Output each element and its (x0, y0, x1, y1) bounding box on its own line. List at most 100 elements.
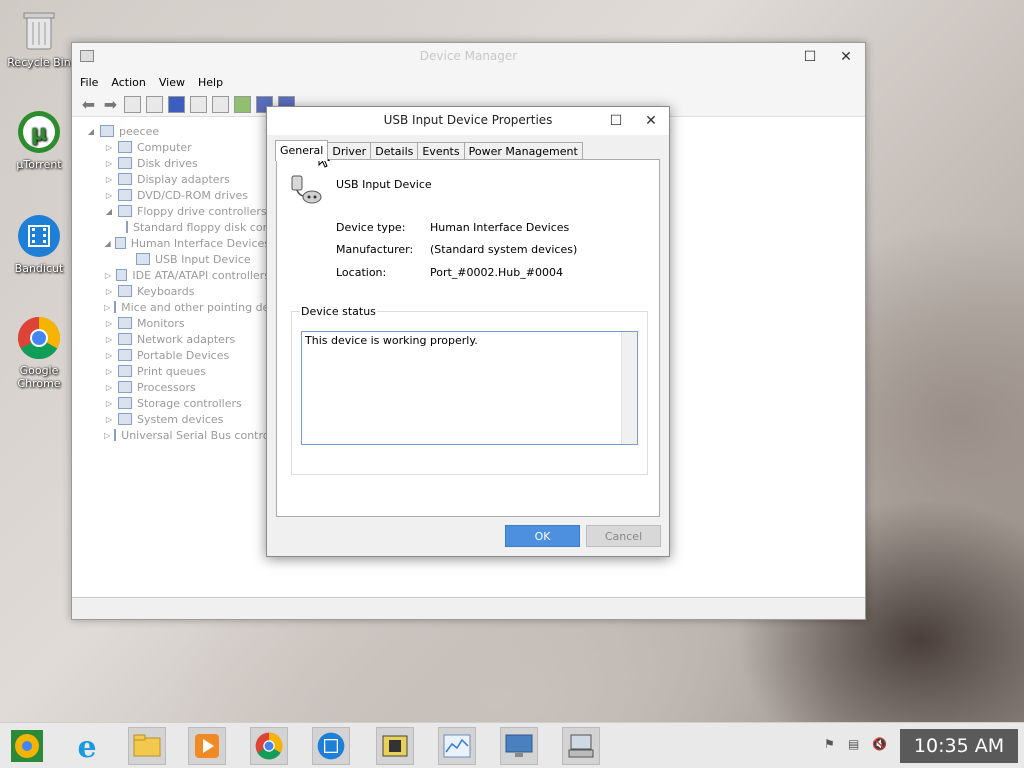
taskbar-app-icon[interactable] (376, 727, 414, 765)
tree-expander-icon[interactable]: ▷ (104, 159, 114, 168)
action-center-flag-icon[interactable]: ⚑ (824, 737, 835, 751)
usb-input-device-properties-dialog[interactable]: USB Input Device Properties ☐ ✕ General … (266, 106, 670, 557)
help-icon[interactable] (168, 96, 185, 113)
device-status-label: Device status (301, 305, 376, 318)
tree-item[interactable]: ▷ Network adapters (80, 331, 270, 347)
tree-item[interactable]: ▷ Computer (80, 139, 270, 155)
device-status-textbox[interactable]: This device is working properly. (301, 331, 638, 445)
tree-expander-icon[interactable]: ▷ (104, 415, 114, 424)
show-hidden-icon[interactable] (190, 96, 207, 113)
tree-item[interactable]: ▷ Monitors (80, 315, 270, 331)
tree-item-label: Human Interface Devices (130, 236, 270, 250)
taskbar-media-player-icon[interactable] (188, 727, 226, 765)
tree-item[interactable]: Standard floppy disk controller (80, 219, 270, 235)
hid-device-icon (289, 172, 323, 206)
back-arrow-icon[interactable]: ⬅ (80, 96, 97, 113)
tab-general[interactable]: General (275, 140, 329, 161)
tab-events[interactable]: Events (417, 142, 465, 160)
manufacturer-label: Manufacturer: (336, 243, 414, 256)
utorrent-icon: µ (17, 110, 61, 154)
tree-device-icon (136, 253, 150, 265)
tab-driver[interactable]: Driver (327, 142, 372, 160)
tree-item[interactable]: ▷ Universal Serial Bus controllers (80, 427, 270, 443)
tree-item[interactable]: ◢ Human Interface Devices (80, 235, 271, 251)
tree-item[interactable]: ▷ Keyboards (80, 283, 270, 299)
svg-text:µ: µ (31, 121, 47, 146)
dialog-maximize-button[interactable]: ☐ (599, 107, 633, 135)
desktop-icon-recycle-bin[interactable]: Recycle Bin (6, 8, 72, 69)
volume-muted-icon[interactable]: 🔇 (872, 737, 887, 751)
tree-expander-icon[interactable]: ▷ (104, 287, 114, 296)
taskbar-file-explorer-icon[interactable] (128, 727, 166, 765)
tree-item[interactable]: ▷ DVD/CD-ROM drives (80, 187, 270, 203)
ok-button[interactable]: OK (505, 525, 580, 547)
properties-icon[interactable] (124, 96, 141, 113)
menu-action[interactable]: Action (111, 76, 145, 89)
taskbar-bandicut-icon[interactable] (312, 727, 350, 765)
view-icon[interactable] (146, 96, 163, 113)
tree-expander-icon[interactable]: ▷ (104, 335, 114, 344)
tree-item[interactable]: ▷ Display adapters (80, 171, 270, 187)
tree-expander-icon[interactable]: ▷ (104, 431, 110, 440)
tree-expander-icon[interactable]: ▷ (104, 143, 114, 152)
network-icon[interactable]: ▤ (848, 737, 859, 751)
tree-item-label: System devices (137, 412, 224, 426)
tree-item[interactable]: ▷ Print queues (80, 363, 270, 379)
tree-item[interactable]: ▷ Mice and other pointing devices (80, 299, 270, 315)
tree-expander-icon[interactable]: ▷ (104, 191, 114, 200)
tree-expander-icon[interactable]: ◢ (104, 207, 114, 216)
menu-bar: File Action View Help (72, 71, 865, 93)
tree-device-icon (118, 189, 132, 201)
device-manager-close-button[interactable]: ✕ (829, 43, 863, 71)
device-tree[interactable]: ◢ peecee ▷ Computer ▷ Disk drives ▷ Display ada… (80, 123, 270, 593)
tree-item[interactable]: ▷ System devices (80, 411, 270, 427)
taskbar-device-manager-icon[interactable] (562, 727, 600, 765)
tree-expander-icon[interactable]: ◢ (104, 239, 111, 248)
tree-expander-icon[interactable]: ▷ (104, 399, 114, 408)
taskbar-performance-monitor-icon[interactable] (438, 727, 476, 765)
tree-item[interactable]: ▷ IDE ATA/ATAPI controllers (80, 267, 270, 283)
device-manager-maximize-button[interactable]: ☐ (793, 43, 827, 71)
cancel-button[interactable]: Cancel (586, 525, 661, 547)
menu-file[interactable]: File (80, 76, 98, 89)
tree-expander-icon[interactable]: ▷ (104, 319, 114, 328)
taskbar: e ⚑ ▤ 🔇 10:35 AM (0, 722, 1024, 768)
taskbar-chrome-icon[interactable] (250, 727, 288, 765)
tree-item[interactable]: ▷ Processors (80, 379, 270, 395)
tree-expander-icon[interactable]: ▷ (104, 351, 114, 360)
tree-expander-icon[interactable]: ▷ (104, 175, 114, 184)
tree-expander-icon[interactable]: ▷ (104, 271, 112, 280)
tab-details[interactable]: Details (370, 142, 419, 160)
tree-item[interactable]: ▷ Disk drives (80, 155, 270, 171)
tree-expander-icon[interactable]: ▷ (104, 303, 110, 312)
desktop-icon-bandicut[interactable]: Bandicut (6, 214, 72, 275)
tab-power-management[interactable]: Power Management (463, 142, 583, 160)
desktop-icon-utorrent[interactable]: µ µTorrent (6, 110, 72, 171)
taskbar-clock[interactable]: 10:35 AM (900, 729, 1018, 763)
update-driver-icon[interactable] (234, 96, 251, 113)
tree-device-icon (114, 301, 117, 313)
taskbar-remote-desktop-icon[interactable] (500, 727, 538, 765)
desktop-icon-chrome[interactable]: Google Chrome (6, 316, 72, 390)
taskbar-internet-explorer-icon[interactable]: e (68, 727, 106, 765)
forward-arrow-icon[interactable]: ➡ (102, 96, 119, 113)
tree-item[interactable]: ◢ peecee (80, 123, 270, 139)
device-status-scrollbar[interactable] (621, 332, 637, 444)
tree-device-icon (118, 413, 132, 425)
scan-hardware-icon[interactable] (212, 96, 229, 113)
tree-expander-icon[interactable]: ▷ (104, 383, 114, 392)
tree-expander-icon[interactable]: ▷ (104, 367, 114, 376)
menu-help[interactable]: Help (198, 76, 223, 89)
desktop-icon-label: Recycle Bin (7, 56, 71, 69)
tree-item[interactable]: ▷ Portable Devices (80, 347, 270, 363)
taskbar-start-chrome-icon[interactable] (8, 727, 46, 765)
tree-expander-icon[interactable]: ◢ (86, 127, 96, 136)
menu-view[interactable]: View (159, 76, 185, 89)
tree-item[interactable]: USB Input Device (80, 251, 270, 267)
tree-item[interactable]: ▷ Storage controllers (80, 395, 270, 411)
tree-device-icon (118, 381, 132, 393)
device-manager-titlebar[interactable]: Device Manager ☐ ✕ (72, 43, 865, 71)
tree-item[interactable]: ◢ Floppy drive controllers (80, 203, 270, 219)
dialog-close-button[interactable]: ✕ (634, 107, 668, 135)
dialog-titlebar[interactable]: USB Input Device Properties ☐ ✕ (267, 107, 669, 135)
